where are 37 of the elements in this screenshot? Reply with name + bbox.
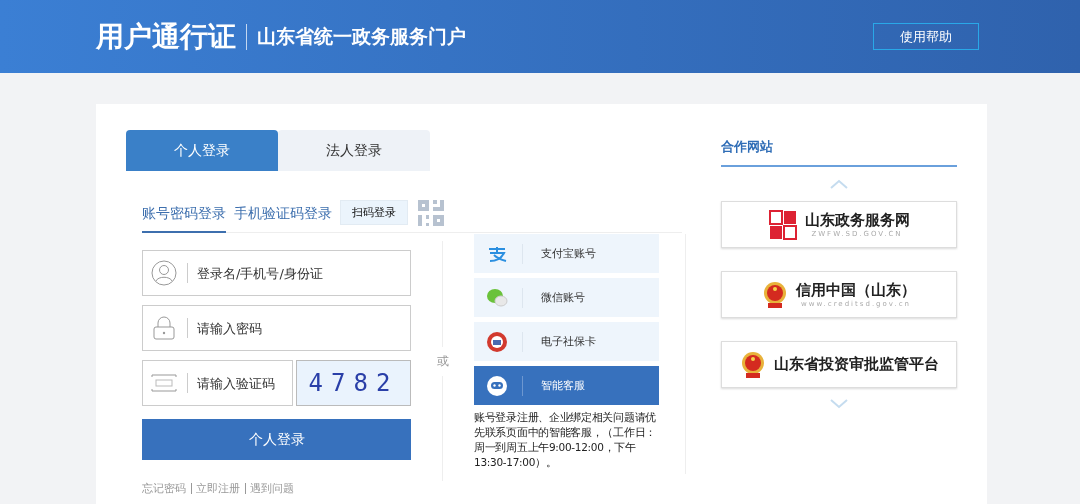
or-label: 或 [436, 346, 449, 376]
partners-title: 合作网站 [721, 130, 957, 167]
lock-icon [151, 315, 177, 341]
emblem-icon [739, 350, 766, 379]
login-method-tab[interactable]: 手机验证码登录 [234, 192, 332, 233]
input-field[interactable]: 请输入验证码 [142, 360, 293, 406]
captcha-image[interactable]: 4782 [296, 360, 411, 406]
partner-name: 山东省投资审批监管平台 [773, 355, 939, 374]
partner-card[interactable]: 山东省投资审批监管平台 [721, 341, 957, 388]
alt-login-button[interactable]: 支付宝账号 [474, 234, 659, 273]
user-icon [151, 260, 177, 286]
alt-login-button[interactable]: 微信账号 [474, 278, 659, 317]
partner-name: 山东政务服务网 [804, 211, 910, 230]
alt-login-button[interactable]: 电子社保卡 [474, 322, 659, 361]
chevron-down-icon[interactable] [830, 399, 848, 409]
wechat-icon [486, 287, 508, 308]
login-method-tab[interactable]: 账号密码登录 [142, 192, 226, 233]
qr-code-icon[interactable] [416, 197, 446, 228]
login-button[interactable]: 个人登录 [142, 419, 411, 460]
chevron-up-icon[interactable] [830, 179, 848, 189]
site-title: 用户通行证 [96, 23, 247, 50]
input-field[interactable]: 请输入密码 [142, 305, 411, 351]
help-text: 账号登录注册、企业绑定相关问题请优先联系页面中的智能客服，（工作日：周一到周五上午9:00-12:00，下午13:30-17:00）。 [474, 410, 657, 470]
alipay-icon [486, 245, 508, 262]
partner-name: 信用中国（山东） [796, 281, 916, 300]
number-pad-icon [151, 374, 177, 392]
qr-login-button[interactable]: 扫码登录 [340, 200, 408, 225]
seal-icon [768, 209, 797, 240]
alt-login-button[interactable]: 智能客服 [474, 366, 659, 405]
social-card-icon [486, 330, 508, 353]
input-field[interactable]: 登录名/手机号/身份证 [142, 250, 411, 296]
emblem-icon [762, 280, 788, 309]
site-subtitle: 山东省统一政务服务门户 [257, 23, 467, 49]
robot-icon [486, 374, 508, 397]
help-button[interactable]: 使用帮助 [873, 23, 979, 50]
login-tab[interactable]: 个人登录 [126, 130, 278, 171]
login-tab[interactable]: 法人登录 [278, 130, 430, 171]
